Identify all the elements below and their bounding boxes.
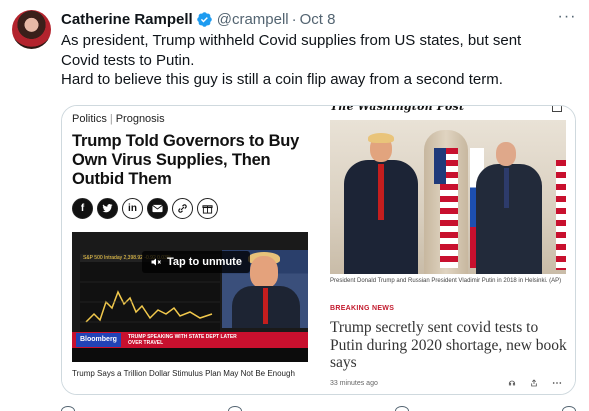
tweet-date[interactable]: Oct 8 [300, 11, 336, 28]
bookmark-icon [552, 106, 562, 112]
display-name[interactable]: Catherine Rampell [61, 11, 193, 28]
bottom-strip [72, 348, 308, 362]
bloomberg-headline: Trump Told Governors to Buy Own Virus Su… [72, 132, 300, 188]
us-flag-right [556, 160, 566, 270]
person-right-body [476, 164, 542, 274]
us-flag-canton [434, 148, 446, 184]
tweet-text-line-1: As president, Trump withheld Covid suppl… [61, 32, 522, 69]
muted-speaker-icon [151, 258, 161, 266]
section-label: Politics | Prognosis [72, 113, 165, 125]
unmute-label: Tap to unmute [167, 256, 242, 268]
person-right-tie [504, 168, 509, 208]
repost-context [0, 0, 589, 6]
wapo-screenshot[interactable]: The Washington Post President Donald Tru… [320, 105, 575, 394]
tweet-text: As president, Trump withheld Covid suppl… [61, 31, 561, 90]
retweet-icon[interactable] [228, 406, 242, 411]
share-icon[interactable] [530, 379, 538, 389]
separator-dot: · [291, 10, 297, 28]
unmute-button[interactable]: Tap to unmute [142, 251, 250, 273]
views-icon[interactable] [562, 406, 576, 411]
photo-caption: President Donald Trump and Russian Presi… [330, 278, 562, 284]
video-caption: Trump Says a Trillion Dollar Stimulus Pl… [72, 369, 295, 378]
verified-badge-icon[interactable] [196, 11, 213, 28]
user-handle[interactable]: @crampell [217, 11, 289, 28]
wapo-headline: Trump secretly sent covid tests to Putin… [330, 319, 567, 371]
twitter-icon[interactable] [97, 198, 118, 219]
more-icon[interactable]: ··· [557, 9, 577, 28]
link-icon[interactable] [172, 198, 193, 219]
person-left-hair [368, 133, 394, 143]
breaking-news-label: BREAKING NEWS [330, 305, 395, 312]
media-card[interactable]: Politics | Prognosis Trump Told Governors … [61, 105, 576, 395]
like-icon[interactable] [395, 406, 409, 411]
bloomberg-logo: Bloomberg [76, 333, 121, 347]
article-footer: 33 minutes ago [330, 379, 566, 390]
section-name: Politics [72, 113, 107, 125]
tweet-header: Catherine Rampell @crampell · Oct 8 [61, 9, 336, 29]
email-icon[interactable] [147, 198, 168, 219]
person-right-head [496, 142, 516, 166]
article-time: 33 minutes ago [330, 380, 378, 387]
speaker-face [250, 256, 278, 288]
subsection-name: Prognosis [115, 113, 165, 125]
more-icon[interactable] [552, 379, 562, 389]
banner-text: TRUMP SPEAKING WITH STATE DEPT LATER OVE… [128, 334, 237, 346]
share-buttons: f in [72, 198, 218, 219]
avatar[interactable] [12, 10, 51, 49]
action-bar-peek [61, 406, 576, 411]
linkedin-icon[interactable]: in [122, 198, 143, 219]
article-photo [330, 120, 566, 274]
section-separator: | [109, 113, 113, 125]
facebook-icon[interactable]: f [72, 198, 93, 219]
speaker-tie [263, 288, 268, 324]
market-chart [80, 262, 220, 342]
wapo-logo: The Washington Post [330, 105, 465, 113]
bloomberg-screenshot[interactable]: Politics | Prognosis Trump Told Governors … [62, 106, 317, 394]
person-left-tie [378, 164, 384, 220]
article-actions [508, 379, 562, 389]
gift-icon[interactable] [197, 198, 218, 219]
tweet-text-line-2: Hard to believe this guy is still a coin… [61, 71, 503, 88]
reply-icon[interactable] [61, 406, 75, 411]
listen-icon[interactable] [508, 379, 516, 389]
